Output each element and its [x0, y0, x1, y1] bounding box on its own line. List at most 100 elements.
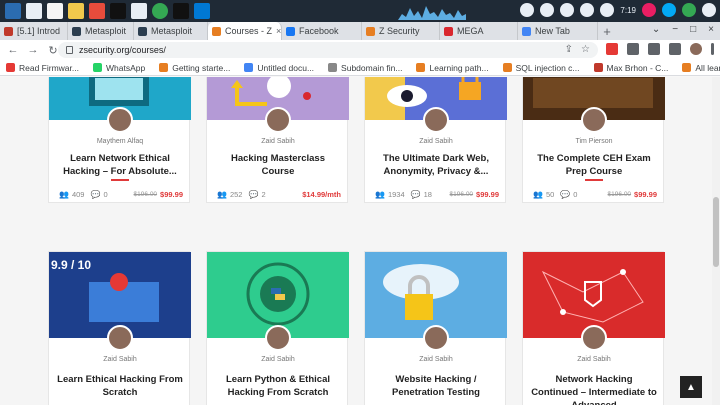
bookmark-item[interactable]: Subdomain fin...	[328, 63, 402, 73]
back-to-top-button[interactable]: ▲	[680, 376, 702, 398]
course-title[interactable]: Hacking Masterclass Course	[215, 152, 341, 178]
chrome-tray-icon[interactable]	[682, 3, 696, 17]
tab-label: Metasploit	[151, 26, 193, 36]
side-panel-icon[interactable]	[669, 43, 681, 55]
address-bar[interactable]: zsecurity.org/courses/ ⇪ ☆	[58, 42, 598, 58]
close-window-icon[interactable]: ×	[708, 24, 714, 35]
new-tab-button[interactable]: +	[598, 24, 616, 39]
course-card[interactable]: Zaid Sabih Website Hacking / Penetration…	[364, 251, 507, 405]
window-controls: ⌄ − □ ×	[652, 24, 714, 35]
bookmark-label: Read Firmwar...	[19, 62, 79, 73]
instructor-avatar[interactable]	[581, 107, 607, 133]
url-text[interactable]: zsecurity.org/courses/	[79, 45, 166, 55]
maximize-icon[interactable]: □	[690, 24, 696, 35]
terminal-icon-2[interactable]	[173, 3, 189, 19]
bookmark-item[interactable]: Max Brhon - C...	[593, 63, 668, 73]
browser-tab[interactable]: Z Security	[362, 22, 440, 40]
browser-tab[interactable]: [5.1] Introd	[0, 22, 68, 40]
lock-icon[interactable]	[66, 46, 73, 54]
course-title[interactable]: The Ultimate Dark Web, Anonymity, Privac…	[373, 152, 499, 178]
courses-page: Maythem Alfaq Learn Network Ethical Hack…	[0, 77, 712, 405]
instructor-avatar[interactable]	[265, 107, 291, 133]
comments-icon: 💬	[410, 190, 421, 199]
instructor-avatar[interactable]	[581, 325, 607, 351]
instructor-avatar[interactable]	[423, 107, 449, 133]
tab-label: Z Security	[379, 26, 420, 36]
course-card[interactable]: Zaid Sabih Hacking Masterclass Course 👥 2…	[206, 77, 349, 203]
instructor-avatar[interactable]	[107, 325, 133, 351]
folder-icon[interactable]	[68, 3, 84, 19]
instructor-name[interactable]: Zaid Sabih	[207, 356, 349, 363]
instructor-name[interactable]: Tim Pierson	[523, 138, 665, 145]
browser-tab[interactable]: New Tab	[518, 22, 598, 40]
course-card[interactable]: 9.9 / 10 Zaid Sabih Learn Ethical Hackin…	[48, 251, 191, 405]
bookmark-item[interactable]: Untitled docu...	[244, 63, 314, 73]
course-title[interactable]: Network Hacking Continued – Intermediate…	[531, 373, 657, 405]
extensions-puzzle-icon[interactable]	[627, 43, 639, 55]
browser-tab[interactable]: Metasploit	[68, 22, 134, 40]
browser-tab[interactable]: MEGA	[440, 22, 518, 40]
instructor-avatar[interactable]	[265, 325, 291, 351]
browser-tab[interactable]: Metasploit	[134, 22, 208, 40]
course-title[interactable]: Learn Network Ethical Hacking – For Abso…	[57, 152, 183, 178]
course-card[interactable]: Zaid Sabih Learn Python & Ethical Hackin…	[206, 251, 349, 405]
browser-tab-active[interactable]: Courses - Z ×	[208, 22, 282, 40]
instructor-name[interactable]: Zaid Sabih	[365, 356, 507, 363]
vscode-icon[interactable]	[194, 3, 210, 19]
course-title[interactable]: Learn Ethical Hacking From Scratch	[57, 373, 183, 399]
extension-icon[interactable]	[606, 43, 618, 55]
tab-search-icon[interactable]: ⌄	[652, 24, 660, 35]
minimize-icon[interactable]: −	[672, 24, 678, 35]
bookmark-star-icon[interactable]: ☆	[581, 44, 590, 55]
bookmark-item[interactable]: Learning path...	[416, 63, 489, 73]
terminal-icon[interactable]	[110, 3, 126, 19]
bookmark-item[interactable]: All learning m...	[682, 63, 720, 73]
instructor-name[interactable]: Maythem Alfaq	[49, 138, 191, 145]
tray-icon[interactable]	[520, 3, 535, 17]
telegram-icon[interactable]	[662, 3, 676, 17]
files-icon[interactable]	[47, 3, 63, 19]
chrome-icon[interactable]	[152, 3, 168, 19]
course-card[interactable]: Maythem Alfaq Learn Network Ethical Hack…	[48, 77, 191, 203]
browser-tab[interactable]: Facebook	[282, 22, 362, 40]
students-icon: 👥	[375, 190, 385, 199]
menu-kebab-icon[interactable]	[711, 43, 714, 55]
instructor-name[interactable]: Zaid Sabih	[49, 356, 191, 363]
course-meta: 👥 409 💬 0 $196.00 $99.99	[59, 190, 183, 199]
instructor-avatar[interactable]	[423, 325, 449, 351]
forward-icon[interactable]: →	[26, 44, 40, 56]
course-card[interactable]: Zaid Sabih The Ultimate Dark Web, Anonym…	[364, 77, 507, 203]
tray-icon[interactable]	[580, 3, 595, 17]
tray-icon[interactable]	[642, 3, 656, 17]
course-title[interactable]: Website Hacking / Penetration Testing	[373, 373, 499, 399]
power-icon[interactable]	[702, 3, 716, 17]
course-card[interactable]: Tim Pierson The Complete CEH Exam Prep C…	[522, 77, 665, 203]
instructor-avatar[interactable]	[107, 107, 133, 133]
course-card[interactable]: Zaid Sabih Network Hacking Continued – I…	[522, 251, 665, 405]
back-icon[interactable]: ←	[6, 44, 20, 56]
instructor-name[interactable]: Zaid Sabih	[365, 138, 507, 145]
bookmark-label: Getting starte...	[172, 62, 231, 73]
window-icon[interactable]	[131, 3, 147, 19]
tray-icon[interactable]	[560, 3, 575, 17]
tray-icon[interactable]	[540, 3, 555, 17]
scrollbar-thumb[interactable]	[713, 197, 719, 267]
instructor-name[interactable]: Zaid Sabih	[523, 356, 665, 363]
course-title[interactable]: The Complete CEH Exam Prep Course	[531, 152, 657, 178]
students-icon: 👥	[217, 190, 227, 199]
page-scrollbar[interactable]	[712, 77, 720, 405]
bookmark-item[interactable]: Read Firmwar...	[6, 63, 79, 73]
bookmark-item[interactable]: WhatsApp	[93, 63, 145, 73]
reading-list-icon[interactable]	[648, 43, 660, 55]
profile-avatar[interactable]	[690, 43, 702, 55]
tray-icon[interactable]	[600, 3, 615, 17]
bookmark-item[interactable]: Getting starte...	[159, 63, 230, 73]
app-icon[interactable]	[89, 3, 105, 19]
course-title[interactable]: Learn Python & Ethical Hacking From Scra…	[215, 373, 341, 399]
desktop-icon[interactable]	[26, 3, 42, 19]
instructor-name[interactable]: Zaid Sabih	[207, 138, 349, 145]
tab-close-icon[interactable]: ×	[276, 26, 281, 36]
share-icon[interactable]: ⇪	[565, 44, 573, 55]
os-start-icon[interactable]	[5, 3, 21, 19]
bookmark-item[interactable]: SQL injection c...	[502, 63, 580, 73]
